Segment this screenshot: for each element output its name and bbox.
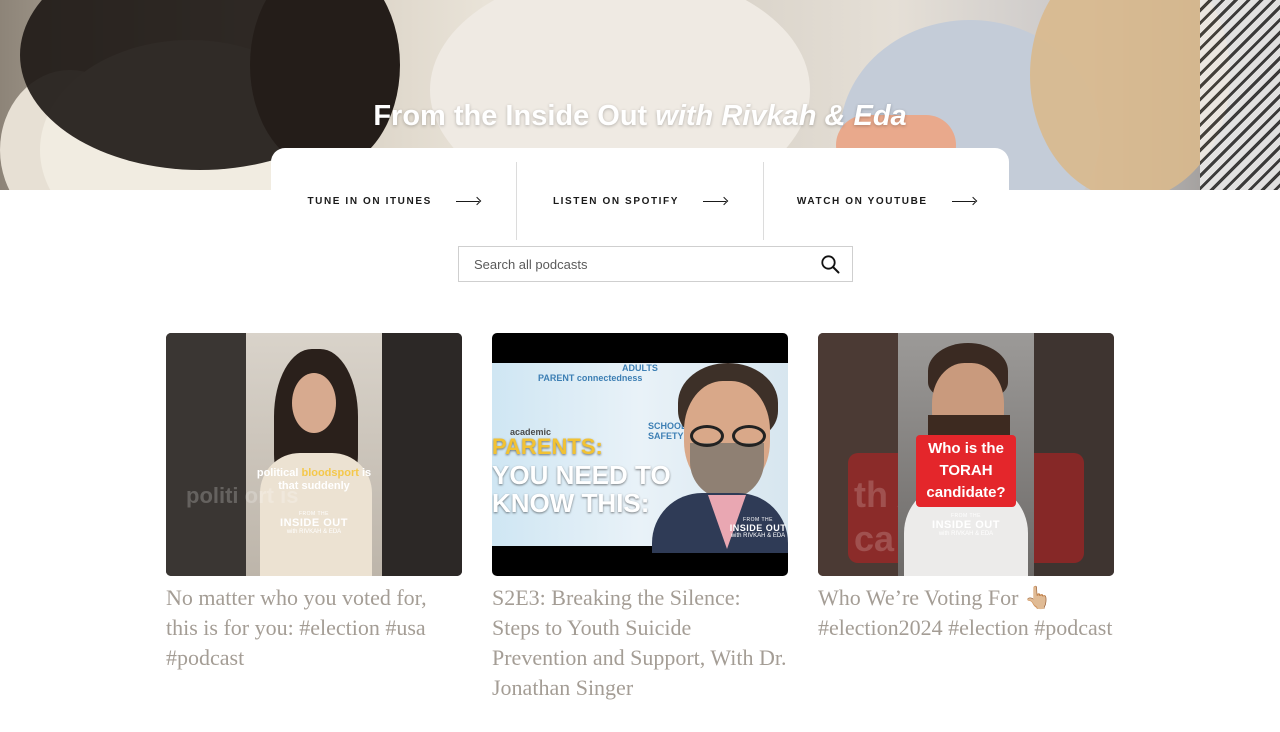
brand-line-3: with RIVKAH & EDA [730, 533, 786, 539]
arrow-right-icon [951, 197, 976, 205]
hero-photo-pattern [1200, 0, 1280, 190]
brand-line-2: INSIDE OUT [932, 519, 1000, 531]
arrow-right-icon [703, 197, 727, 205]
episode-title[interactable]: No matter who you voted for, this is for… [166, 583, 462, 673]
thumbnail-caption-highlight: bloodsport [301, 467, 359, 479]
brand-line-2: INSIDE OUT [280, 517, 348, 529]
search-input[interactable] [459, 247, 808, 281]
episode-thumbnail[interactable]: PARENT connectedness ADULTS SCHOOL SAFET… [492, 333, 788, 576]
thumbnail-brand-logo: FROM THE INSIDE OUT with RIVKAH & EDA [916, 513, 1016, 537]
arrow-right-icon [455, 197, 480, 205]
search-icon [820, 254, 839, 273]
thumbnail-tag: ADULTS [622, 363, 658, 373]
episode-title[interactable]: Who We’re Voting For 👆🏼 #election2024 #e… [818, 583, 1114, 643]
hero-title-main: From the Inside Out [373, 100, 648, 132]
thumbnail-shape [292, 373, 336, 433]
youtube-link-label: WATCH ON YOUTUBE [796, 195, 928, 207]
listen-links-panel: TUNE IN ON ITUNES LISTEN ON SPOTIFY WATC… [271, 148, 1009, 244]
hero-title-italic: with Rivkah & Eda [655, 100, 907, 132]
thumbnail-brand-logo: FROM THE INSIDE OUT with RIVKAH & EDA [728, 517, 788, 539]
thumbnail-brand-logo: FROM THE INSIDE OUT with RIVKAH & EDA [264, 511, 364, 535]
thumbnail-caption-pre: political [256, 467, 302, 479]
episode-thumbnail[interactable]: th AH ca e? Who is the TORAH candidate? … [818, 333, 1114, 576]
episode-card[interactable]: th AH ca e? Who is the TORAH candidate? … [818, 333, 1114, 643]
thumbnail-shape [166, 333, 246, 576]
episode-thumbnail[interactable]: politi ort is political bloodsport is th… [166, 333, 462, 576]
spotify-link[interactable]: LISTEN ON SPOTIFY [517, 162, 764, 240]
thumbnail-question-label: Who is the TORAH candidate? [916, 435, 1016, 507]
thumbnail-caption: political bloodsport is that suddenly [246, 467, 382, 493]
thumbnail-shape [688, 425, 768, 447]
podcast-search [458, 246, 853, 282]
thumbnail-headline-line-1: PARENTS: [492, 434, 603, 459]
itunes-link-label: TUNE IN ON ITUNES [307, 195, 432, 207]
hero-title: From the Inside Out with Rivkah & Eda [0, 100, 1280, 133]
itunes-link[interactable]: TUNE IN ON ITUNES [271, 162, 518, 240]
thumbnail-shape [382, 333, 462, 576]
thumbnail-headline: PARENTS: YOU NEED TO KNOW THIS: [492, 433, 671, 517]
episode-card[interactable]: politi ort is political bloodsport is th… [166, 333, 462, 673]
episode-title[interactable]: S2E3: Breaking the Silence: Steps to You… [492, 583, 788, 703]
brand-line-3: with RIVKAH & EDA [286, 529, 342, 535]
brand-line-2: INSIDE OUT [729, 523, 787, 533]
brand-line-3: with RIVKAH & EDA [938, 531, 994, 537]
thumbnail-headline-line-3: KNOW THIS: [492, 488, 650, 518]
spotify-link-label: LISTEN ON SPOTIFY [552, 195, 680, 207]
episode-card[interactable]: PARENT connectedness ADULTS SCHOOL SAFET… [492, 333, 788, 703]
thumbnail-headline-line-2: YOU NEED TO [492, 460, 671, 490]
search-button[interactable] [808, 247, 852, 281]
youtube-link[interactable]: WATCH ON YOUTUBE [764, 162, 1009, 240]
thumbnail-tag: PARENT connectedness [538, 373, 643, 383]
